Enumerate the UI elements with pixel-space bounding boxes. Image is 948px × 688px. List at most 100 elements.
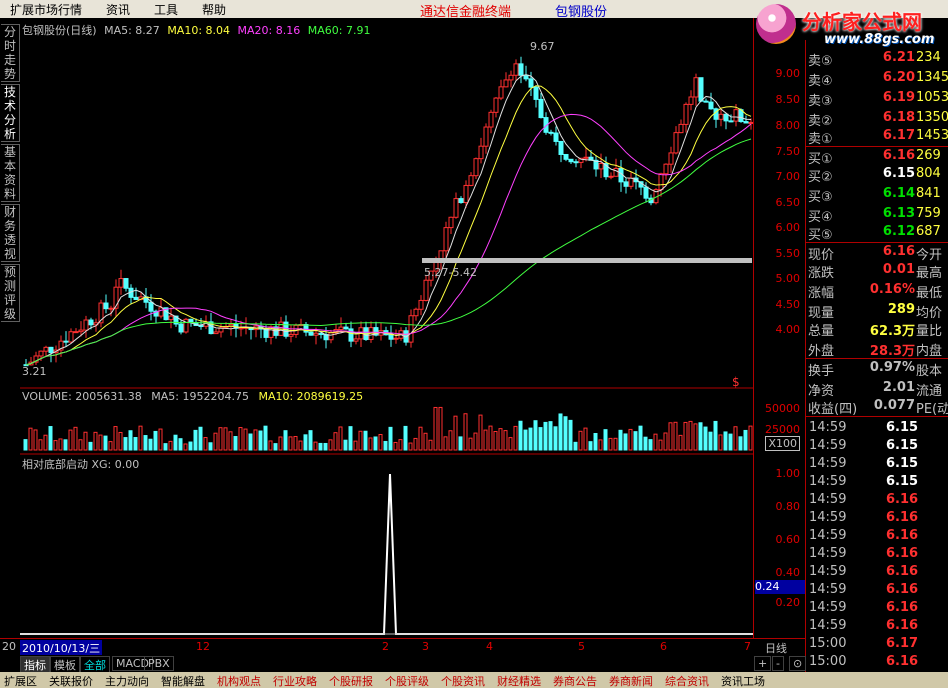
candle — [38, 350, 44, 357]
bid-row-3[interactable]: 买③ 6.14 841 — [806, 186, 948, 205]
chart-area[interactable]: 包钢股份(日线) MA5: 8.27 MA10: 8.04 MA20: 8.16… — [20, 18, 753, 638]
footer-tab[interactable]: 个股研报 — [329, 673, 373, 688]
candle — [678, 123, 684, 134]
bid-row-5[interactable]: 买⑤ 6.12 687 — [806, 224, 948, 243]
stat-net-assets: 净资 2.01 流通 — [808, 380, 943, 399]
volume-bar — [253, 429, 258, 451]
ask-row-1[interactable]: 卖① 6.17 1453 — [806, 128, 948, 147]
footer-tab[interactable]: 智能解盘 — [161, 673, 205, 688]
menu-item-tools[interactable]: 工具 — [154, 1, 178, 18]
footer-tab[interactable]: 资讯工场 — [721, 673, 765, 688]
period-label[interactable]: 日线 — [765, 640, 787, 656]
volume-bar — [38, 439, 43, 451]
tick-row: 14:59 6.16 — [809, 510, 919, 525]
candle — [78, 329, 84, 333]
volume-bar — [368, 437, 373, 451]
volume-bar — [688, 420, 693, 451]
volume-bar — [328, 439, 333, 451]
tab-financials[interactable]: 财务透视 — [1, 204, 20, 262]
volume-bar — [273, 443, 278, 451]
quote-change: 涨跌 0.01 最高 — [808, 262, 943, 281]
quote-total-volume: 总量 62.3万 量比 — [808, 324, 943, 339]
volume-bar — [303, 434, 308, 451]
volume-bar — [208, 442, 213, 451]
volume-bar — [548, 421, 553, 451]
quote-outer-volume: 外盘 28.3万 内盘 — [808, 344, 943, 359]
volume-bar — [258, 430, 263, 451]
reset-view-button[interactable]: ⊙ — [789, 656, 807, 671]
volume-bar — [598, 439, 603, 451]
tab-forecast[interactable]: 预测评级 — [1, 264, 20, 322]
footer-tab[interactable]: 综合资讯 — [665, 673, 709, 688]
stat-eps: 收益(四) 0.077 PE(动 — [808, 398, 948, 417]
menu-item-news[interactable]: 资讯 — [106, 1, 130, 18]
candle — [583, 156, 589, 159]
volume-bar — [458, 436, 463, 451]
zoom-out-button[interactable]: - — [772, 656, 784, 671]
menu-item-help[interactable]: 帮助 — [202, 1, 226, 18]
bid-row-1[interactable]: 买① 6.16 269 — [806, 148, 948, 167]
menu-item-extended-market[interactable]: 扩展市场行情 — [10, 1, 82, 18]
bid-row-2[interactable]: 买② 6.15 804 — [806, 166, 948, 185]
volume-bar — [288, 436, 293, 451]
volume-bar — [43, 434, 48, 451]
candle — [518, 63, 524, 76]
volume-bar — [408, 442, 413, 451]
footer-tab[interactable]: 个股评级 — [385, 673, 429, 688]
volume-bar — [568, 419, 573, 451]
bid-row-4[interactable]: 买④ 6.13 759 — [806, 206, 948, 225]
tab-intraday[interactable]: 分时走势 — [1, 24, 20, 82]
candle — [418, 299, 424, 310]
candle — [118, 278, 124, 288]
volume-bar — [673, 421, 678, 451]
volume-unit: X100 — [765, 436, 800, 451]
volume-bar — [453, 415, 458, 451]
footer-tab[interactable]: 个股资讯 — [441, 673, 485, 688]
volume-bar — [733, 426, 738, 451]
ask-row-3[interactable]: 卖③ 6.19 1053 — [806, 90, 948, 109]
candle — [663, 163, 669, 175]
footer-tab[interactable]: 关联报价 — [49, 673, 93, 688]
volume-bar — [363, 430, 368, 451]
volume-bar — [138, 425, 143, 451]
tick-row: 14:59 6.16 — [809, 546, 919, 561]
candle — [288, 333, 294, 337]
zoom-in-button[interactable]: + — [754, 656, 772, 671]
tick-row: 14:59 6.16 — [809, 528, 919, 543]
candle — [533, 86, 539, 100]
footer-tab[interactable]: 主力动向 — [105, 673, 149, 688]
footer-tab[interactable]: 财经精选 — [497, 673, 541, 688]
volume-bar — [473, 432, 478, 451]
volume-bar — [438, 406, 443, 451]
volume-bar — [723, 431, 728, 451]
candle — [63, 340, 69, 343]
volume-bar — [528, 427, 533, 451]
footer-tab[interactable]: 券商新闻 — [609, 673, 653, 688]
tab-pbx[interactable]: PBX — [144, 656, 174, 671]
ask-row-5[interactable]: 卖⑤ 6.21 234 — [806, 50, 948, 69]
tab-technical[interactable]: 技术分析 — [1, 84, 20, 142]
footer-tab[interactable]: 扩展区 — [4, 673, 37, 688]
footer-tab[interactable]: 机构观点 — [217, 673, 261, 688]
ask-row-2[interactable]: 卖② 6.18 1350 — [806, 110, 948, 129]
volume-bar — [223, 427, 228, 451]
candle — [483, 126, 489, 147]
volume-bar — [483, 429, 488, 451]
volume-bar — [383, 440, 388, 451]
tab-fundamentals[interactable]: 基本资料 — [1, 144, 20, 202]
volume-bar — [318, 442, 323, 451]
volume-bar — [658, 439, 663, 451]
candle — [658, 173, 664, 191]
footer-tab[interactable]: 券商公告 — [553, 673, 597, 688]
quote-panel: 卖⑤ 6.21 234 卖④ 6.20 1345 卖③ 6.19 1053 卖② 6.18 13… — [805, 40, 948, 686]
candle — [488, 111, 494, 128]
candle — [458, 198, 464, 204]
volume-bar — [293, 435, 298, 451]
candle — [423, 279, 429, 301]
volume-bar — [398, 439, 403, 451]
ask-row-4[interactable]: 卖④ 6.20 1345 — [806, 70, 948, 89]
volume-bar — [713, 420, 718, 451]
footer-tab[interactable]: 行业攻略 — [273, 673, 317, 688]
tick-row: 14:59 6.16 — [809, 582, 919, 597]
volume-bar — [668, 422, 673, 451]
